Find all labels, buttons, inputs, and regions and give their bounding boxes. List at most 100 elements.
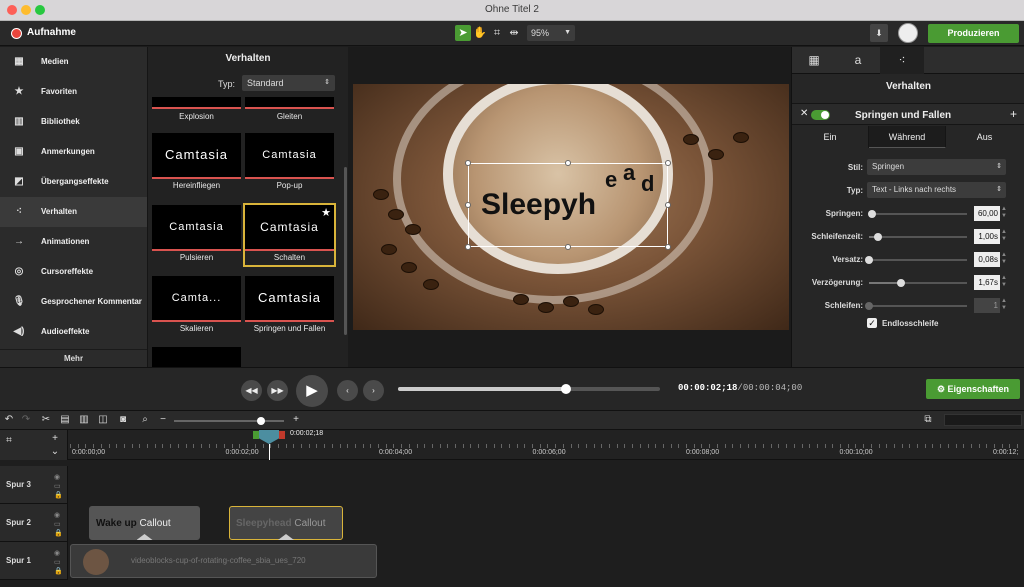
type-select[interactable]: Text - Links nach rechts ⇕: [867, 182, 1006, 198]
callout-clip-wake-up[interactable]: Wake up Callout: [89, 506, 200, 540]
slider-track[interactable]: [869, 279, 967, 287]
eye-lock-icon[interactable]: ◉ ▭ 🔒: [54, 473, 63, 500]
sidebar-item-audio-effects[interactable]: ◀) Audioeffekte: [0, 317, 147, 347]
crop-tool-icon[interactable]: ⌗: [489, 25, 505, 41]
slider-track[interactable]: [869, 233, 967, 241]
tile-skalieren[interactable]: Camta... Skalieren: [152, 276, 241, 336]
record-icon[interactable]: [11, 28, 22, 39]
previous-frame-icon[interactable]: ‹: [337, 380, 358, 401]
tab-text-properties[interactable]: a: [836, 47, 880, 74]
track-header-2[interactable]: Spur 2 ◉ ▭ 🔒: [0, 504, 68, 542]
library-scrollbar[interactable]: [344, 167, 347, 335]
properties-button[interactable]: ⚙ Eigenschaften: [926, 379, 1020, 399]
record-button[interactable]: Aufnahme: [27, 27, 76, 38]
undo-icon[interactable]: ↶: [2, 413, 16, 427]
track-header-3[interactable]: Spur 3 ◉ ▭ 🔒: [0, 466, 68, 504]
copy-icon[interactable]: ▤: [58, 413, 72, 427]
tile-explosion[interactable]: Explosion: [152, 97, 241, 123]
timeline-search[interactable]: [944, 414, 1022, 426]
split-icon[interactable]: ◫: [96, 413, 110, 427]
playhead-handle[interactable]: [259, 430, 279, 444]
scrub-handle[interactable]: [560, 384, 571, 394]
behavior-toggle[interactable]: [811, 110, 830, 120]
stepper-arrows-icon[interactable]: ▲ ▼: [1001, 206, 1007, 221]
stepper-arrows-icon[interactable]: ▲ ▼: [1001, 298, 1007, 313]
sidebar-item-animations[interactable]: → Animationen: [0, 227, 147, 257]
loop-checkbox[interactable]: ✓: [867, 318, 877, 328]
resize-handle[interactable]: [665, 244, 671, 250]
style-select[interactable]: Springen ⇕: [867, 159, 1006, 175]
download-icon[interactable]: ⬇: [870, 24, 888, 42]
tab-behaviors[interactable]: ⁖: [880, 47, 924, 74]
clip-animation-tab[interactable]: [278, 534, 294, 540]
type-select[interactable]: Standard ⇕: [242, 75, 335, 91]
selection-end-marker[interactable]: [279, 431, 285, 439]
sidebar-item-behaviors[interactable]: ⁖ Verhalten: [0, 197, 147, 227]
selection-start-marker[interactable]: [253, 431, 259, 439]
tile-gleiten[interactable]: Gleiten: [245, 97, 334, 123]
resize-handle[interactable]: [465, 160, 471, 166]
slider-handle[interactable]: [865, 302, 873, 310]
resize-handle[interactable]: [665, 160, 671, 166]
remove-behavior-icon[interactable]: ✕: [800, 108, 808, 119]
zoom-icon[interactable]: ⌕: [138, 413, 152, 427]
callout-clip-sleepyhead[interactable]: Sleepyhead Callout: [229, 506, 343, 540]
slider-value-field[interactable]: 1,00s: [974, 229, 1000, 244]
step-back-icon[interactable]: ◀◀: [241, 380, 262, 401]
stepper-arrows-icon[interactable]: ▲ ▼: [1001, 252, 1007, 267]
paste-icon[interactable]: ▥: [77, 413, 91, 427]
slider-track[interactable]: [865, 256, 967, 264]
add-behavior-icon[interactable]: +: [1010, 107, 1017, 121]
slider-value-field[interactable]: 1,67s: [974, 275, 1000, 290]
sidebar-item-voice-narration[interactable]: 🎙 Gesprochener Kommentar: [0, 287, 147, 317]
slider-handle[interactable]: [897, 279, 906, 287]
canvas-size-icon[interactable]: ⇹: [506, 25, 522, 41]
sidebar-item-cursor-effects[interactable]: ◎ Cursoreffekte: [0, 257, 147, 287]
video-clip[interactable]: videoblocks-cup-of-rotating-coffee_sbia_…: [70, 544, 377, 578]
tile-hereinfliegen[interactable]: Camtasia Hereinfliegen: [152, 133, 241, 193]
clip-animation-tab[interactable]: [136, 534, 153, 540]
add-track-icon[interactable]: +: [48, 432, 62, 446]
eye-lock-icon[interactable]: ◉ ▭ 🔒: [54, 549, 63, 576]
next-frame-icon[interactable]: ›: [363, 380, 384, 401]
avatar[interactable]: [898, 23, 918, 43]
play-icon[interactable]: ▶: [296, 375, 328, 407]
stepper-arrows-icon[interactable]: ▲ ▼: [1001, 275, 1007, 290]
sidebar-item-transitions[interactable]: ◩ Übergangseffekte: [0, 167, 147, 197]
favorite-star-icon[interactable]: ★: [321, 206, 331, 219]
timeline-zoom-handle[interactable]: [257, 417, 265, 425]
slider-handle[interactable]: [873, 233, 882, 241]
zoom-out-icon[interactable]: −: [156, 413, 170, 427]
canvas-preview[interactable]: Sleepyh e a d: [353, 84, 789, 330]
tile-pop-up[interactable]: Camtasia Pop-up: [245, 133, 334, 193]
step-forward-icon[interactable]: ▶▶: [267, 380, 288, 401]
sidebar-item-library[interactable]: ▥ Bibliothek: [0, 107, 147, 137]
snapshot-icon[interactable]: ◙: [116, 413, 130, 427]
tile-pulsieren[interactable]: Camtasia Pulsieren: [152, 205, 241, 265]
slider-value-field[interactable]: 0,08s: [974, 252, 1000, 267]
magnet-icon[interactable]: ⌗: [2, 434, 16, 448]
produce-button[interactable]: Produzieren: [928, 24, 1019, 43]
zoom-select[interactable]: 95% ▼: [527, 25, 575, 41]
segment-during[interactable]: Während: [869, 126, 946, 148]
slider-value-field[interactable]: 1: [974, 298, 1000, 313]
sidebar-item-annotations[interactable]: ▣ Anmerkungen: [0, 137, 147, 167]
scrub-bar[interactable]: [398, 384, 660, 394]
chevron-down-icon[interactable]: ⌄: [48, 445, 62, 459]
sidebar-item-favorites[interactable]: ★ Favoriten: [0, 77, 147, 107]
slider-track[interactable]: [867, 210, 967, 218]
slider-handle[interactable]: [867, 210, 876, 218]
slider-track[interactable]: [865, 302, 967, 310]
segment-in[interactable]: Ein: [792, 126, 869, 148]
resize-handle[interactable]: [565, 160, 571, 166]
slider-handle[interactable]: [865, 256, 873, 264]
tile-schalten[interactable]: Camtasia ★ Schalten: [243, 203, 336, 267]
resize-handle[interactable]: [465, 202, 471, 208]
timeline-zoom-slider[interactable]: [174, 417, 284, 425]
pan-tool-icon[interactable]: ✋: [472, 25, 488, 41]
stepper-arrows-icon[interactable]: ▲ ▼: [1001, 229, 1007, 244]
detach-timeline-icon[interactable]: ⧉: [921, 413, 935, 427]
redo-icon[interactable]: ↷: [19, 413, 33, 427]
slider-value-field[interactable]: 60,00: [974, 206, 1000, 221]
tab-visual-properties[interactable]: ▦: [792, 47, 836, 74]
